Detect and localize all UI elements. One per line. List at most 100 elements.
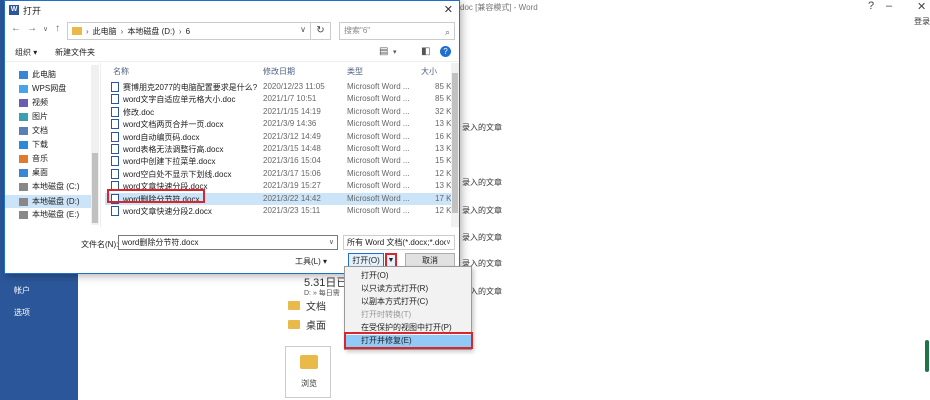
nav-item[interactable]: 音乐	[19, 153, 48, 164]
image-icon	[19, 112, 28, 121]
file-row[interactable]: word中创建下拉菜单.docx 2021/3/16 15:04 Microsoft…	[105, 155, 455, 167]
file-date: 2021/3/9 14:36	[263, 119, 317, 129]
dialog-close-icon[interactable]: ✕	[444, 3, 453, 16]
view-options-icon[interactable]: ▤	[379, 46, 388, 57]
navigation-pane: 此电脑 WPS网盘视频图片文档下载音乐桌面本地磁盘 (C:) 本地磁盘 (D:) 本地…	[5, 63, 101, 227]
back-arrow-icon[interactable]: ←	[11, 23, 21, 34]
nav-item[interactable]: 图片	[19, 111, 48, 122]
sidebar-item-account[interactable]: 帐户	[14, 285, 30, 296]
login-link[interactable]: 登录	[914, 16, 930, 27]
column-header-date[interactable]: 修改日期	[263, 66, 295, 77]
word-doc-icon	[111, 144, 119, 154]
file-date: 2021/3/19 15:27	[263, 181, 321, 191]
file-row[interactable]: word文章快速分段2.docx 2021/3/23 15:11 Microsoft…	[105, 205, 455, 217]
up-arrow-icon[interactable]: ↑	[55, 23, 60, 34]
refresh-icon[interactable]: ↻	[311, 22, 331, 40]
menu-item[interactable]: 以只读方式打开(R)	[345, 283, 471, 295]
chevron-down-icon[interactable]: ▾	[393, 48, 397, 56]
nav-item-label: 音乐	[32, 154, 48, 163]
file-type: Microsoft Word ...	[347, 181, 410, 191]
address-bar[interactable]: › 此电脑 › 本地磁盘 (D:) › 6 ∨	[67, 22, 311, 40]
file-date: 2021/1/7 10:51	[263, 94, 317, 104]
organize-button[interactable]: 组织 ▾	[15, 47, 37, 58]
breadcrumb-separator: ›	[120, 26, 124, 36]
column-header-name[interactable]: 名称	[113, 66, 129, 77]
file-date: 2021/3/17 15:06	[263, 168, 321, 178]
chevron-down-icon[interactable]: ∨	[329, 236, 334, 249]
recent-file-name[interactable]: 录入的文章	[462, 232, 502, 243]
help-question-icon[interactable]: ?	[868, 0, 874, 12]
file-row[interactable]: word删除分节符.docx 2021/3/22 14:42 Microsoft W…	[105, 192, 455, 205]
word-doc-icon	[111, 106, 119, 117]
file-row[interactable]: word文字自适应单元格大小.doc 2021/1/7 10:51 Microsof…	[105, 93, 455, 105]
close-icon[interactable]: ✕	[917, 0, 926, 13]
nav-item-label: 本地磁盘 (E:)	[32, 210, 80, 219]
nav-scrollbar-thumb[interactable]	[92, 153, 98, 223]
chevron-down-icon[interactable]: ∨	[300, 25, 306, 34]
forward-arrow-icon[interactable]: →	[27, 23, 37, 34]
file-type: Microsoft Word ...	[347, 94, 410, 104]
file-row[interactable]: word文档两页合并一页.docx 2021/3/9 14:36 Microsoft…	[105, 118, 455, 130]
folder-desktop[interactable]: 桌面	[288, 317, 326, 332]
preview-pane-icon[interactable]: ◧	[421, 46, 430, 57]
search-placeholder: 搜索"6"	[344, 26, 371, 35]
menu-item[interactable]: 在受保护的视图中打开(P)	[345, 322, 471, 334]
breadcrumb-drive[interactable]: 本地磁盘 (D:)	[127, 26, 175, 37]
filetype-select[interactable]: 所有 Word 文档(*.docx;*.doc ∨	[343, 235, 455, 250]
file-row[interactable]: word自动编页码.docx 2021/3/12 14:49 Microsoft W…	[105, 131, 455, 143]
breadcrumb-pc[interactable]: 此电脑	[93, 26, 117, 37]
recent-locations-chevron-icon[interactable]: ∨	[43, 25, 48, 33]
file-row[interactable]: word文章快速分段.docx 2021/3/19 15:27 Microsoft …	[105, 180, 455, 192]
nav-item-label: 图片	[32, 112, 48, 121]
minimize-icon[interactable]: –	[886, 0, 892, 12]
drive-icon	[19, 210, 28, 219]
nav-item[interactable]: 此电脑	[19, 69, 56, 80]
file-list-scrollbar-thumb[interactable]	[452, 73, 458, 213]
nav-item-label: 文档	[32, 126, 48, 135]
nav-item[interactable]: 下载	[19, 139, 48, 150]
menu-item[interactable]: 打开并修复(E)	[345, 335, 471, 347]
filetype-value: 所有 Word 文档(*.docx;*.doc	[347, 238, 448, 247]
word-doc-icon	[111, 181, 119, 192]
nav-item[interactable]: 本地磁盘 (D:)	[5, 195, 91, 208]
tools-button[interactable]: 工具(L) ▾	[295, 256, 327, 267]
file-row[interactable]: word表格无法调整行高.docx 2021/3/15 14:48 Microsof…	[105, 143, 455, 155]
nav-item[interactable]: WPS网盘	[19, 83, 66, 94]
menu-item[interactable]: 以副本方式打开(C)	[345, 296, 471, 308]
recent-file-name[interactable]: 录入的文章	[462, 122, 502, 133]
column-header-type[interactable]: 类型	[347, 66, 363, 77]
file-name: word表格无法调整行高.docx	[123, 145, 224, 154]
browse-button[interactable]: 浏览	[285, 346, 331, 398]
new-folder-button[interactable]: 新建文件夹	[55, 47, 95, 58]
help-icon[interactable]: ?	[440, 46, 451, 57]
recent-file-name[interactable]: 录入的文章	[462, 205, 502, 216]
file-row[interactable]: word空白处不显示下划线.docx 2021/3/17 15:06 Microso…	[105, 168, 455, 180]
open-options-menu: 打开(O) 以只读方式打开(R) 以副本方式打开(C) 打开时转换(T) 在受保护的视图…	[344, 266, 472, 350]
file-type: Microsoft Word ...	[347, 156, 410, 166]
nav-item[interactable]: 本地磁盘 (C:)	[19, 181, 80, 192]
video-icon	[19, 98, 28, 107]
word-doc-icon	[111, 94, 119, 105]
file-list: 名称 修改日期 类型 大小 赛博朋克2077的电脑配置要求是什么?... 2020…	[105, 63, 459, 227]
folder-label: 桌面	[306, 321, 326, 332]
file-type: Microsoft Word ...	[347, 82, 410, 91]
sidebar-item-options[interactable]: 选项	[14, 307, 30, 318]
nav-item[interactable]: 桌面	[19, 167, 48, 178]
column-header-size[interactable]: 大小	[421, 66, 437, 77]
nav-item[interactable]: 视频	[19, 97, 48, 108]
breadcrumb-folder[interactable]: 6	[186, 27, 190, 36]
file-name: word中创建下拉菜单.docx	[123, 157, 216, 167]
file-row[interactable]: 赛博朋克2077的电脑配置要求是什么?... 2020/12/23 11:05 Mi…	[105, 81, 455, 93]
recent-folder-path: D: » 每日需	[304, 290, 340, 297]
file-name: 赛博朋克2077的电脑配置要求是什么?...	[123, 83, 258, 92]
scrollbar-thumb[interactable]	[925, 340, 929, 372]
nav-item[interactable]: 文档	[19, 125, 48, 136]
folder-documents[interactable]: 文档	[288, 298, 326, 313]
search-input[interactable]: 搜索"6" ⌕	[339, 22, 455, 40]
file-row[interactable]: 修改.doc 2021/1/15 14:19 Microsoft Word ... 3…	[105, 106, 455, 118]
nav-item[interactable]: 本地磁盘 (E:)	[19, 209, 79, 220]
file-type: Microsoft Word ...	[347, 168, 410, 178]
filename-input[interactable]: word删除分节符.docx ∨	[118, 235, 338, 250]
menu-item[interactable]: 打开(O)	[345, 270, 471, 282]
recent-file-name[interactable]: 录入的文章	[462, 177, 502, 188]
